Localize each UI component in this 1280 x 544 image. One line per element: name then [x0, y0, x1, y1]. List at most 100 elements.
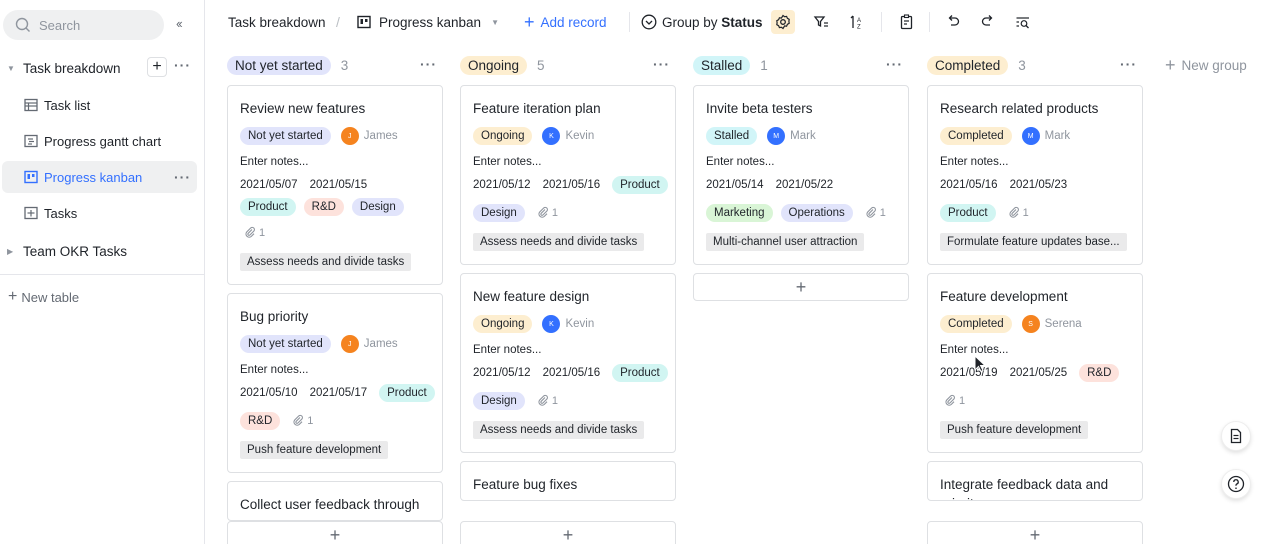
- new-group-button[interactable]: + New group: [1165, 54, 1247, 76]
- linked-record[interactable]: Push feature development: [940, 421, 1089, 439]
- view-switcher[interactable]: Progress kanban ▼: [357, 0, 499, 44]
- more-icon[interactable]: ···: [1120, 56, 1137, 72]
- attachment-count[interactable]: 1: [1008, 206, 1029, 221]
- start-date: 2021/05/16: [940, 179, 998, 191]
- kanban-card[interactable]: Research related products Completed M Mark E…: [927, 85, 1143, 265]
- more-icon[interactable]: ···: [420, 56, 437, 72]
- gear-icon: [776, 14, 790, 30]
- search-records-button[interactable]: [1011, 10, 1035, 34]
- end-date: 2021/05/15: [309, 179, 368, 191]
- start-date: 2021/05/12: [473, 367, 531, 379]
- tag: Design: [473, 204, 525, 222]
- linked-record[interactable]: Assess needs and divide tasks: [473, 421, 645, 439]
- kanban-card[interactable]: Review new features Not yet started J James…: [227, 85, 443, 285]
- card-title: New feature design: [473, 289, 590, 304]
- sidebar-item-tasks[interactable]: Tasks: [2, 197, 197, 229]
- column-title[interactable]: Stalled: [693, 55, 751, 75]
- kanban-card[interactable]: Integrate feedback data and priority: [927, 461, 1143, 501]
- caret-down-icon[interactable]: ▼: [7, 64, 15, 73]
- document-icon: [1230, 428, 1242, 444]
- notes-field[interactable]: Enter notes...: [473, 344, 541, 356]
- status-badge: Not yet started: [240, 127, 331, 145]
- attachment-count[interactable]: 1: [865, 206, 886, 221]
- attachment-count[interactable]: 1: [292, 414, 313, 429]
- plus-icon: +: [795, 276, 807, 297]
- group-by-field: Status: [721, 14, 763, 30]
- end-date: 2021/05/16: [542, 179, 601, 191]
- notes-field[interactable]: Enter notes...: [706, 156, 774, 168]
- kanban-card[interactable]: Bug priority Not yet started J James Enter n…: [227, 293, 443, 473]
- linked-record[interactable]: Push feature development: [240, 441, 389, 459]
- linked-record[interactable]: Assess needs and divide tasks: [240, 253, 412, 271]
- card-title: Invite beta testers: [706, 101, 813, 116]
- document-button[interactable]: [1221, 421, 1251, 451]
- breadcrumb-root[interactable]: Task breakdown: [228, 0, 326, 44]
- attachment-count[interactable]: 1: [244, 226, 265, 241]
- kanban-card[interactable]: Feature bug fixesOngoingKKevin: [460, 461, 676, 501]
- column-title[interactable]: Ongoing: [460, 55, 528, 75]
- help-button[interactable]: [1221, 469, 1251, 499]
- sidebar-item-progress-gantt-chart[interactable]: Progress gantt chart: [2, 125, 197, 157]
- paperclip-icon: [244, 226, 259, 241]
- more-icon[interactable]: ···: [886, 56, 903, 72]
- card-meta: Completed S Serena: [940, 314, 1082, 334]
- kanban-card[interactable]: Collect user feedback through: [227, 481, 443, 521]
- search-list-icon: [1016, 17, 1029, 29]
- attachment-count[interactable]: 1: [537, 206, 558, 221]
- attachment-count[interactable]: 1: [537, 394, 558, 409]
- group-by-button[interactable]: Group by Status: [641, 0, 763, 44]
- sidebar-item-task-list[interactable]: Task list: [2, 89, 197, 121]
- add-card-button[interactable]: +: [693, 273, 909, 301]
- notes-field[interactable]: Enter notes...: [940, 156, 1008, 168]
- caret-right-icon[interactable]: ▶: [7, 247, 15, 256]
- add-view-button[interactable]: +: [147, 57, 167, 77]
- tree-group-team-okr-tasks[interactable]: ▶ Team OKR Tasks: [0, 239, 205, 263]
- plus-icon: +: [1165, 54, 1176, 75]
- more-icon[interactable]: ···: [653, 56, 670, 72]
- sidebar-item-progress-kanban[interactable]: Progress kanban ···: [2, 161, 197, 193]
- date-row: 2021/05/14 2021/05/22: [706, 175, 845, 195]
- attachment-count[interactable]: 1: [944, 394, 965, 409]
- kanban-card[interactable]: Feature development Completed S Serena Enter…: [927, 273, 1143, 453]
- record-list-button[interactable]: [895, 10, 919, 34]
- tag-row: Product 1: [940, 203, 1029, 223]
- card-meta: Ongoing K Kevin: [473, 126, 594, 146]
- filter-button[interactable]: [809, 10, 833, 34]
- notes-field[interactable]: Enter notes...: [240, 156, 308, 168]
- add-card-button[interactable]: +: [227, 521, 443, 544]
- column-title[interactable]: Not yet started: [227, 55, 331, 75]
- new-group-label: New group: [1181, 57, 1247, 73]
- attachment-number: 1: [959, 395, 966, 407]
- more-icon[interactable]: ···: [174, 169, 191, 185]
- kanban-column: Ongoing 5 ··· Feature iteration plan Ongoing…: [460, 44, 676, 544]
- linked-record[interactable]: Assess needs and divide tasks: [473, 233, 645, 251]
- start-date: 2021/05/07: [240, 179, 298, 191]
- kanban-card[interactable]: Feature iteration plan Ongoing K Kevin Enter…: [460, 85, 676, 265]
- tag: Product: [379, 384, 435, 402]
- collapse-sidebar-button[interactable]: ‹‹: [176, 16, 183, 31]
- end-date: 2021/05/25: [1009, 367, 1068, 379]
- notes-field[interactable]: Enter notes...: [240, 364, 308, 376]
- linked-record[interactable]: Formulate feature updates base...: [940, 233, 1127, 251]
- column-title[interactable]: Completed: [927, 55, 1009, 75]
- notes-field[interactable]: Enter notes...: [473, 156, 541, 168]
- settings-button[interactable]: [771, 10, 795, 34]
- add-record-button[interactable]: + Add record: [524, 0, 607, 44]
- linked-record[interactable]: Multi-channel user attraction: [706, 233, 865, 251]
- search-input[interactable]: Search: [3, 10, 164, 40]
- card-title: Feature iteration plan: [473, 101, 601, 116]
- grid-table-icon: [24, 98, 38, 112]
- sort-button[interactable]: AZ: [845, 10, 869, 34]
- add-card-button[interactable]: +: [927, 521, 1143, 544]
- add-card-button[interactable]: +: [460, 521, 676, 544]
- kanban-card[interactable]: Invite beta testers Stalled M Mark Enter not…: [693, 85, 909, 265]
- card-title: Integrate feedback data and priority: [940, 477, 1109, 500]
- date-row: 2021/05/12 2021/05/16 Product: [473, 175, 675, 195]
- start-date: 2021/05/12: [473, 179, 531, 191]
- redo-button[interactable]: [976, 10, 1000, 34]
- undo-button[interactable]: [941, 10, 965, 34]
- kanban-card[interactable]: New feature design Ongoing K Kevin Enter not…: [460, 273, 676, 453]
- new-table-button[interactable]: + New table: [8, 288, 79, 306]
- tree-group-task-breakdown[interactable]: ▼ Task breakdown + ···: [0, 56, 205, 80]
- more-icon[interactable]: ···: [174, 57, 191, 73]
